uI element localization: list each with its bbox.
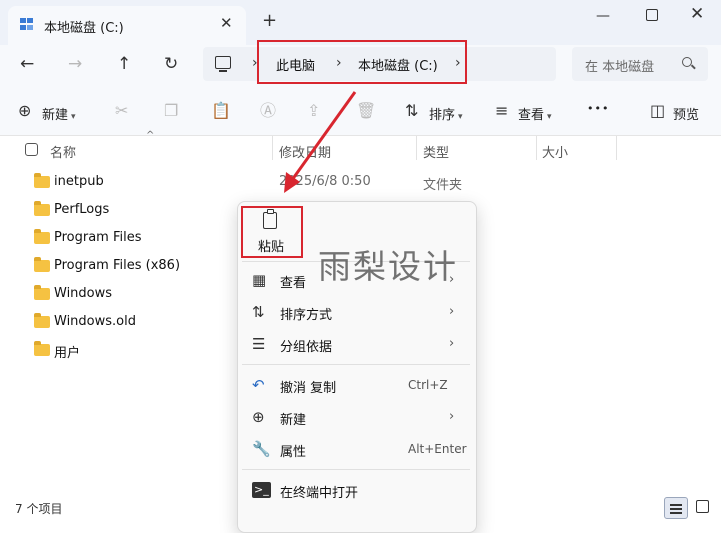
annotation-arrow [284,91,357,193]
